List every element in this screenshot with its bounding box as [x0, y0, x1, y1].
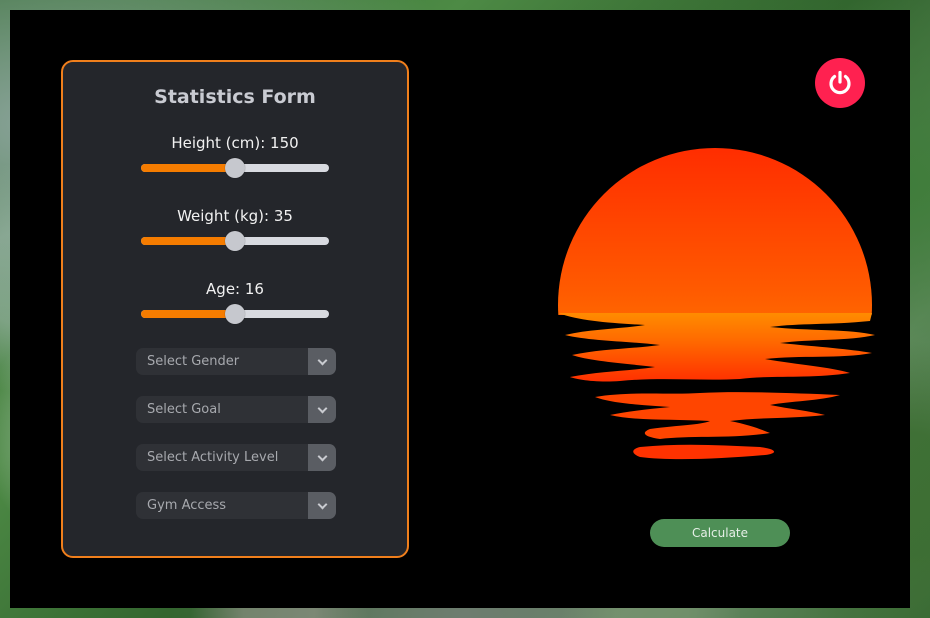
age-label: Age: 16 — [206, 280, 264, 298]
gender-select-value: Select Gender — [147, 354, 240, 369]
age-slider-fill — [141, 310, 235, 318]
age-slider-group: Age: 16 — [63, 279, 407, 324]
height-label: Height (cm): 150 — [171, 134, 299, 152]
chevron-down-icon — [317, 499, 327, 509]
goal-select-value: Select Goal — [147, 402, 221, 417]
height-slider-fill — [141, 164, 235, 172]
power-button[interactable] — [815, 58, 865, 108]
chevron-down-icon — [317, 451, 327, 461]
activity-level-select-value: Select Activity Level — [147, 450, 279, 465]
calculate-button[interactable]: Calculate — [650, 519, 790, 547]
height-slider-group: Height (cm): 150 — [63, 133, 407, 178]
form-title: Statistics Form — [154, 86, 316, 108]
chevron-down-icon — [317, 403, 327, 413]
weight-slider-fill — [141, 237, 235, 245]
gym-access-select-toggle[interactable] — [308, 492, 336, 519]
weight-slider-thumb[interactable] — [225, 231, 245, 251]
statistics-form-card: Statistics Form Height (cm): 150 Weight … — [61, 60, 409, 558]
height-slider[interactable] — [141, 158, 329, 178]
activity-level-select[interactable]: Select Activity Level — [136, 444, 336, 471]
height-slider-thumb[interactable] — [225, 158, 245, 178]
goal-select-toggle[interactable] — [308, 396, 336, 423]
activity-level-select-toggle[interactable] — [308, 444, 336, 471]
age-slider[interactable] — [141, 304, 329, 324]
gym-access-select[interactable]: Gym Access — [136, 492, 336, 519]
weight-slider[interactable] — [141, 231, 329, 251]
goal-select[interactable]: Select Goal — [136, 396, 336, 423]
app-window: Statistics Form Height (cm): 150 Weight … — [10, 10, 910, 608]
sunset-illustration — [558, 148, 875, 460]
chevron-down-icon — [317, 355, 327, 365]
age-slider-thumb[interactable] — [225, 304, 245, 324]
weight-label: Weight (kg): 35 — [177, 207, 293, 225]
weight-slider-group: Weight (kg): 35 — [63, 206, 407, 251]
gym-access-select-value: Gym Access — [147, 498, 227, 513]
power-icon — [829, 70, 851, 95]
gender-select[interactable]: Select Gender — [136, 348, 336, 375]
gender-select-toggle[interactable] — [308, 348, 336, 375]
